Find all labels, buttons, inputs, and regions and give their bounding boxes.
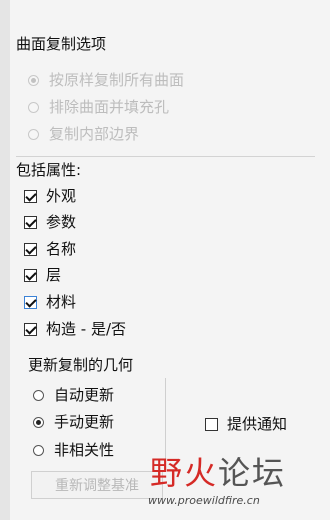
option-exclude-and-fill-label: 排除曲面并填充孔 [49, 98, 170, 116]
option-copy-all-surfaces[interactable]: 按原样复制所有曲面 [28, 70, 184, 90]
section-separator [16, 156, 315, 157]
radio-copy-inner-boundaries[interactable] [28, 128, 39, 140]
option-auto-update[interactable]: 自动更新 [33, 385, 114, 405]
provide-notification-label: 提供通知 [227, 415, 288, 433]
update-geometry-title: 更新复制的几何 [28, 356, 134, 374]
option-exclude-and-fill[interactable]: 排除曲面并填充孔 [28, 97, 169, 117]
property-layer-label: 层 [46, 266, 62, 284]
checkbox-provide-notification[interactable] [205, 417, 218, 431]
checkbox-name[interactable] [24, 242, 37, 256]
left-panel-edge [0, 0, 10, 520]
watermark-url: www.proewildfire.cn [148, 494, 260, 507]
radio-manual-update[interactable] [33, 416, 44, 428]
property-layer[interactable]: 层 [24, 265, 61, 285]
property-construction[interactable]: 构造 - 是/否 [24, 319, 126, 339]
option-copy-inner-boundaries[interactable]: 复制内部边界 [28, 124, 139, 144]
property-name[interactable]: 名称 [24, 239, 76, 259]
option-independent[interactable]: 非相关性 [33, 440, 114, 460]
watermark-gray-text: 论坛 [218, 454, 287, 492]
radio-copy-all-surfaces[interactable] [28, 74, 39, 86]
checkbox-parameters[interactable] [24, 215, 37, 229]
property-appearance[interactable]: 外观 [24, 186, 76, 206]
radio-independent[interactable] [33, 444, 44, 456]
property-name-label: 名称 [46, 240, 77, 258]
property-parameters-label: 参数 [46, 213, 77, 231]
radio-auto-update[interactable] [33, 389, 44, 401]
update-group-divider [165, 378, 166, 464]
option-auto-update-label: 自动更新 [54, 386, 115, 404]
radio-exclude-and-fill[interactable] [28, 101, 39, 113]
checkbox-material[interactable] [24, 295, 37, 309]
checkbox-appearance[interactable] [24, 189, 37, 203]
option-independent-label: 非相关性 [54, 441, 115, 459]
property-parameters[interactable]: 参数 [24, 212, 76, 232]
option-copy-inner-boundaries-label: 复制内部边界 [49, 125, 140, 143]
property-material[interactable]: 材料 [24, 292, 76, 312]
checkbox-layer[interactable] [24, 268, 37, 282]
option-manual-update[interactable]: 手动更新 [33, 412, 114, 432]
provide-notification-option[interactable]: 提供通知 [205, 414, 287, 434]
forum-watermark: 野火论坛 [150, 455, 286, 491]
option-copy-all-surfaces-label: 按原样复制所有曲面 [49, 71, 185, 89]
property-construction-label: 构造 - 是/否 [46, 320, 127, 338]
regenerate-datum-button[interactable]: 重新调整基准 [31, 471, 163, 499]
include-properties-title: 包括属性: [16, 161, 82, 179]
property-appearance-label: 外观 [46, 187, 77, 205]
checkbox-construction[interactable] [24, 322, 37, 336]
property-material-label: 材料 [46, 293, 77, 311]
surface-copy-options-title: 曲面复制选项 [16, 35, 107, 53]
option-manual-update-label: 手动更新 [54, 413, 115, 431]
